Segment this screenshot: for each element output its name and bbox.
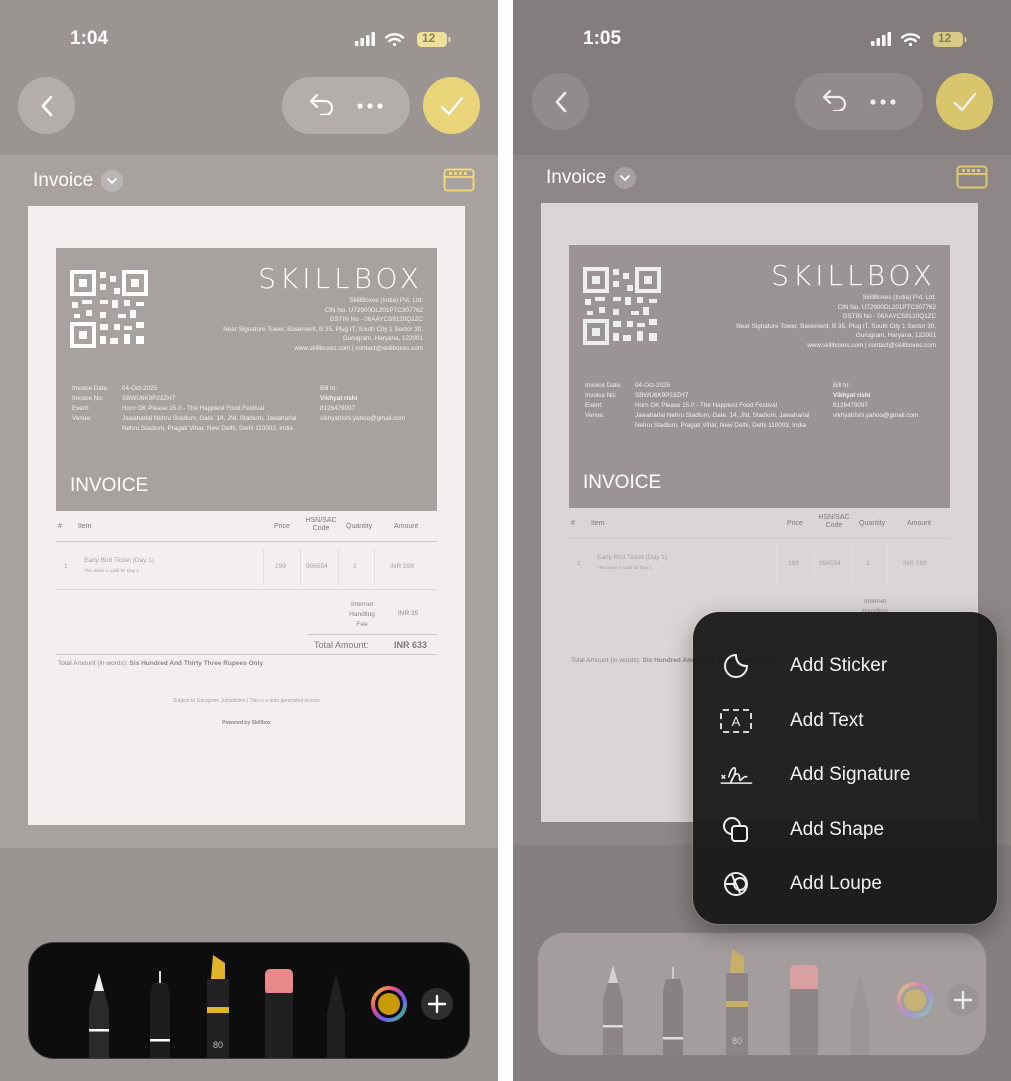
- top-bar: [0, 0, 498, 155]
- eraser-tool[interactable]: [265, 969, 293, 1059]
- doc-title: Invoice: [546, 167, 607, 188]
- cellular-signal-icon: [355, 32, 375, 46]
- footer-note: Subject to Gurugram Jurisdiction | This …: [172, 698, 321, 704]
- qr-code: [583, 267, 661, 350]
- company-address: SkillBoxes (India) Pvt. Ltd. CIN No. U72…: [223, 297, 423, 352]
- tool-palette: 80: [538, 933, 986, 1055]
- pen-tool[interactable]: [89, 973, 109, 1059]
- markup-screen-2: 1:05 12 Invoice SKILLBOX SkillBoxes (Ind…: [513, 0, 1011, 1081]
- add-text-item[interactable]: A Add Text: [693, 694, 997, 748]
- add-shape-item[interactable]: Add Shape: [693, 803, 997, 857]
- back-button[interactable]: [532, 73, 589, 130]
- more-button[interactable]: [869, 93, 897, 111]
- invoice-meta: Invoice Date: 04-Oct-2025 Invoice No: SBWU…: [72, 385, 297, 432]
- color-picker[interactable]: [371, 986, 407, 1022]
- ellipsis-icon: [870, 98, 896, 105]
- text-box-icon: A: [718, 706, 754, 736]
- pen-tool[interactable]: [603, 965, 623, 1055]
- sticker-icon: [718, 651, 754, 681]
- svg-text:A: A: [732, 714, 741, 729]
- add-tool-button[interactable]: [421, 988, 453, 1020]
- doc-title-menu[interactable]: Invoice: [546, 167, 637, 189]
- undo-button[interactable]: [308, 91, 336, 120]
- table-header: # Item Price HSN/SAC Code Quantity Amoun…: [56, 511, 437, 542]
- invoice-heading: INVOICE: [583, 472, 662, 493]
- add-signature-item[interactable]: Add Signature: [693, 748, 997, 802]
- lasso-tool[interactable]: [327, 973, 345, 1059]
- invoice-header: SKILLBOX SkillBoxes (India) Pvt. Ltd. CI…: [569, 245, 950, 508]
- thumbnails-icon: [443, 168, 475, 192]
- add-menu: Add Sticker A Add Text Add Signature Add…: [693, 612, 997, 924]
- fineliner-tool[interactable]: [663, 967, 683, 1055]
- table-header: # Item Price HSN/SAC Code Quantity Amoun…: [569, 508, 950, 539]
- signature-icon: [718, 760, 754, 790]
- fee-amount: INR 35: [398, 610, 419, 617]
- eraser-tool[interactable]: [790, 965, 818, 1055]
- invoice-meta: Invoice Date: 04-Oct-2025 Invoice No: SBWU…: [585, 382, 810, 429]
- table-row: 1 Early Bird Ticket (Day 1) This ticket …: [569, 541, 950, 587]
- thumbnails-button[interactable]: [443, 168, 475, 197]
- powered-by: Powered by Skillbox: [222, 720, 271, 726]
- checkmark-icon: [440, 96, 463, 115]
- add-loupe-item[interactable]: Add Loupe: [693, 857, 997, 911]
- status-icons: 12: [355, 30, 455, 48]
- total-label: Total Amount:: [314, 640, 369, 650]
- highlighter-width: 80: [732, 1036, 742, 1046]
- fineliner-tool[interactable]: [150, 971, 170, 1059]
- done-button[interactable]: [936, 73, 993, 130]
- lasso-tool[interactable]: [851, 973, 869, 1055]
- status-time: 1:04: [70, 28, 109, 49]
- undo-button[interactable]: [821, 87, 849, 116]
- loupe-icon: [718, 869, 754, 899]
- action-pill: [795, 73, 923, 130]
- highlighter-width: 80: [213, 1040, 223, 1050]
- bill-to: Bill to: Vikhyat rishi 8126479097 vikhya…: [320, 385, 406, 422]
- undo-icon: [822, 89, 847, 113]
- status-time: 1:05: [583, 28, 622, 49]
- checkmark-icon: [953, 92, 976, 111]
- wifi-icon: [900, 33, 921, 47]
- add-sticker-item[interactable]: Add Sticker: [693, 639, 997, 693]
- brand-logo: SKILLBOX: [771, 259, 936, 292]
- cellular-signal-icon: [871, 32, 891, 46]
- color-picker[interactable]: [897, 982, 933, 1018]
- invoice-header: SKILLBOX SkillBoxes (India) Pvt. Ltd. CI…: [56, 248, 437, 511]
- tool-palette: 80: [28, 942, 470, 1059]
- status-icons: 12: [871, 30, 971, 48]
- add-tool-button[interactable]: [947, 984, 979, 1016]
- invoice-heading: INVOICE: [70, 475, 149, 496]
- thumbnails-button[interactable]: [956, 165, 988, 194]
- brand-logo: SKILLBOX: [258, 262, 423, 295]
- invoice-document[interactable]: SKILLBOX SkillBoxes (India) Pvt. Ltd. CI…: [28, 206, 465, 825]
- wifi-icon: [384, 33, 405, 47]
- shape-icon: [718, 815, 754, 845]
- battery-level: 12: [422, 31, 436, 45]
- doc-title-menu[interactable]: Invoice: [33, 170, 124, 192]
- amount-in-words: Total Amount (in words): Six Hundred And…: [58, 660, 263, 667]
- chevron-down-icon: [101, 170, 124, 192]
- chevron-left-icon: [41, 95, 52, 116]
- back-button[interactable]: [18, 77, 75, 134]
- more-button[interactable]: [356, 97, 384, 115]
- qr-code: [70, 270, 148, 353]
- done-button[interactable]: [423, 77, 480, 134]
- markup-screen-1: 1:04 12 Invoice SKILLBOX SkillBoxes (Ind…: [0, 0, 498, 1081]
- thumbnails-icon: [956, 165, 988, 189]
- company-address: SkillBoxes (India) Pvt. Ltd. CIN No. U72…: [736, 294, 936, 349]
- total-value: INR 633: [394, 640, 428, 650]
- undo-icon: [309, 93, 334, 117]
- ellipsis-icon: [357, 102, 383, 109]
- battery-level: 12: [938, 31, 952, 45]
- bill-to: Bill to: Vikhyat rishi 8126479097 vikhya…: [833, 382, 919, 419]
- table-row: 1 Early Bird Ticket (Day 1) This ticket …: [56, 544, 437, 590]
- fee-label: Internet Handling Fee: [349, 601, 375, 628]
- top-bar: [513, 0, 1011, 155]
- chevron-down-icon: [614, 167, 637, 189]
- doc-title: Invoice: [33, 170, 94, 191]
- action-pill: [282, 77, 410, 134]
- chevron-left-icon: [555, 91, 566, 112]
